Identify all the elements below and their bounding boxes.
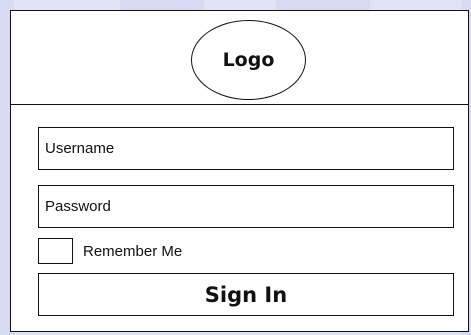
sign-in-button[interactable]: Sign In xyxy=(38,273,454,316)
password-field[interactable] xyxy=(38,185,454,228)
logo: Logo xyxy=(191,20,306,100)
logo-text: Logo xyxy=(222,49,275,71)
username-field[interactable] xyxy=(38,127,454,170)
remember-me-row: Remember Me xyxy=(38,237,182,265)
header: Logo xyxy=(11,11,468,105)
remember-me-label: Remember Me xyxy=(83,242,183,260)
login-panel: Logo Remember Me Sign In xyxy=(10,10,469,332)
username-input[interactable] xyxy=(45,128,453,169)
remember-me-checkbox[interactable] xyxy=(38,238,73,264)
password-input[interactable] xyxy=(45,186,453,227)
